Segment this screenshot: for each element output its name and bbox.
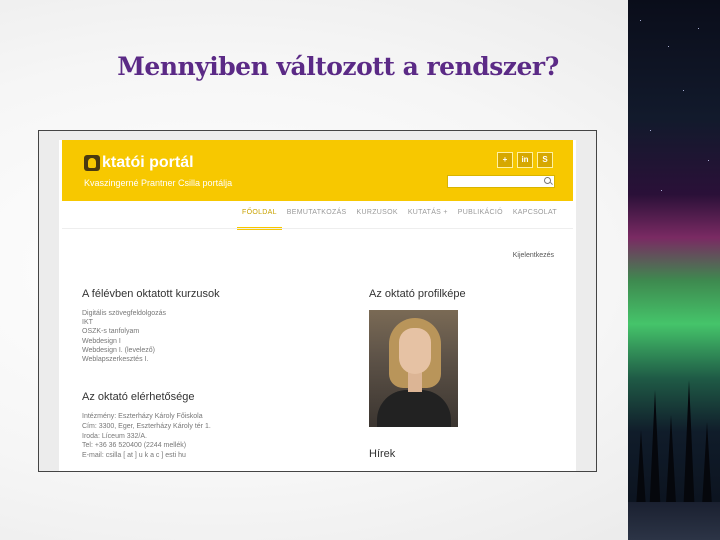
nav-item-research[interactable]: KUTATÁS + [403,201,453,227]
skype-icon[interactable]: S [537,152,553,168]
course-item[interactable]: Webdesign I [82,337,166,346]
portal-logo[interactable]: ktatói portál [84,154,194,172]
courses-heading: A félévben oktatott kurzusok [82,288,220,300]
search-input[interactable] [447,175,555,188]
nav-divider [62,228,573,229]
course-item[interactable]: IKT [82,318,166,327]
contact-line: Cím: 3300, Eger, Eszterházy Károly tér 1… [82,422,211,430]
contact-heading: Az oktató elérhetősége [82,391,195,403]
nav-item-publications[interactable]: PUBLIKÁCIÓ [453,201,508,227]
nav-item-contact[interactable]: KAPCSOLAT [508,201,562,227]
owl-logo-icon [84,155,100,171]
main-nav: FŐOLDAL BEMUTATKOZÁS KURZUSOK KUTATÁS + … [237,201,562,230]
portal-screenshot: ktatói portál Kvaszingerné Prantner Csil… [38,130,597,472]
nav-item-about[interactable]: BEMUTATKOZÁS [282,201,352,227]
contact-list: Intézmény: Eszterházy Károly Főiskola Cí… [82,412,211,461]
linkedin-icon[interactable]: in [517,152,533,168]
slide-title: Mennyiben változott a rendszer? [117,52,559,81]
nav-item-courses[interactable]: KURZUSOK [352,201,403,227]
nav-item-home[interactable]: FŐOLDAL [237,201,282,230]
portal-subtitle: Kvaszingerné Prantner Csilla portálja [84,178,233,188]
portal-page: ktatói portál Kvaszingerné Prantner Csil… [59,140,576,471]
photo-heading: Az oktató profilképe [369,288,466,300]
courses-list: Digitális szövegfeldolgozás IKT OSZK-s t… [82,309,166,364]
contact-line: Intézmény: Eszterházy Károly Főiskola [82,413,203,420]
logout-link[interactable]: Kijelentkezés [513,252,554,259]
course-item[interactable]: Weblapszerkesztés I. [82,355,166,364]
contact-line: E-mail: csilla [ at ] u k a c ] esti hu [82,452,186,460]
search-icon[interactable] [544,177,551,184]
news-heading: Hírek [369,448,396,460]
portal-header: ktatói portál Kvaszingerné Prantner Csil… [62,140,573,201]
profile-photo [369,310,458,427]
contact-line: Iroda: Líceum 332/A. [82,432,147,440]
portal-title: ktatói portál [102,154,194,171]
contact-line: Tel: +36 36 520400 (2244 mellék) [82,442,187,450]
aurora-image [628,0,720,540]
plus-icon[interactable]: + [497,152,513,168]
course-item[interactable]: Digitális szövegfeldolgozás [82,309,166,318]
course-item[interactable]: Webdesign I. (levelező) [82,346,166,355]
course-item[interactable]: OSZK-s tanfolyam [82,327,166,336]
